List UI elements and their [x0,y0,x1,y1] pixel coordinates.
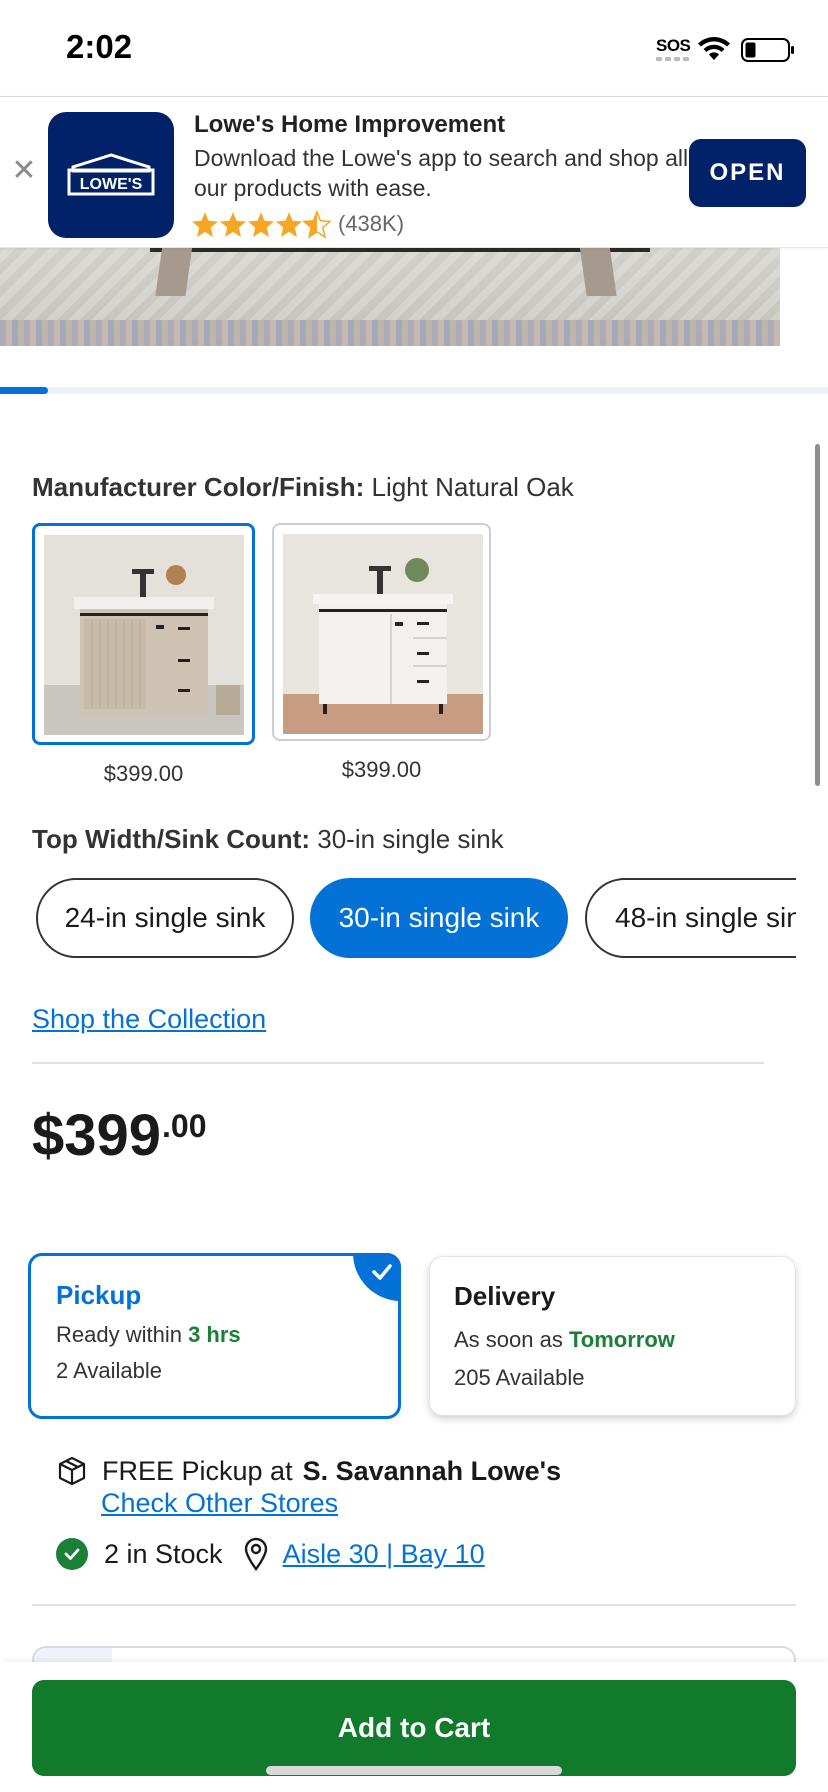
store-name: S. Savannah Lowe's [302,1455,562,1486]
pickup-available: 2 Available [56,1358,163,1383]
banner-title: Lowe's Home Improvement [194,111,506,138]
size-option[interactable]: 24-in single sink [36,878,294,958]
status-time: 2:02 [66,28,133,65]
size-title: Top Width/Sink Count: [32,824,310,854]
size-option[interactable]: 48-in single sin [585,878,796,958]
delivery-eta-day: Tomorrow [568,1327,675,1352]
size-options: 24-in single sink 30-in single sink 48-i… [0,870,796,970]
swatch-price: $399.00 [103,761,184,786]
check-other-stores-link[interactable]: Check Other Stores [101,1488,338,1519]
home-indicator[interactable] [266,1766,562,1775]
add-to-cart-button[interactable]: Add to Cart [32,1680,796,1776]
scrollbar[interactable] [815,444,820,786]
delivery-option-card[interactable]: Delivery As soon as Tomorrow 205 Availab… [429,1256,796,1416]
stock-text: 2 in Stock [104,1538,223,1569]
pickup-ready-time: 3 hrs [188,1322,241,1347]
delivery-eta: As soon as Tomorrow [454,1327,675,1352]
swatch-light-natural-oak[interactable] [32,523,255,745]
pickup-ready: Ready within 3 hrs [56,1322,241,1347]
rating: (438K) [192,209,404,239]
color-finish-title: Manufacturer Color/Finish: [32,472,365,502]
star-rating-icon [192,211,331,238]
free-pickup-line: FREE Pickup at S. Savannah Lowe's [56,1455,561,1487]
divider [32,1062,764,1064]
rating-count: (438K) [338,211,405,236]
lowes-logo: LOWE'S [48,112,174,238]
in-stock-check-icon [56,1538,88,1570]
app-install-banner: ✕ LOWE'S Lowe's Home Improvement Downloa… [0,96,828,248]
delivery-title: Delivery [454,1281,556,1311]
divider [32,1604,796,1606]
location-pin-icon [244,1537,267,1571]
open-app-button[interactable]: OPEN [689,139,806,207]
price-cents: .00 [162,1108,207,1144]
size-option-selected[interactable]: 30-in single sink [310,878,568,958]
banner-description: Download the Lowe's app to search and sh… [194,145,689,201]
aisle-location-link[interactable]: Aisle 30 | Bay 10 [283,1539,485,1570]
pickup-title: Pickup [56,1280,142,1310]
free-pickup-text: FREE Pickup at [102,1455,293,1486]
package-icon [58,1456,86,1486]
carousel-progress-track [0,387,828,394]
battery-icon [741,38,794,62]
pickup-option-card[interactable]: Pickup Ready within 3 hrs 2 Available [28,1253,401,1419]
carousel-progress-indicator [0,387,48,394]
selected-check-icon [353,1253,401,1301]
shop-collection-link[interactable]: Shop the Collection [32,1004,266,1035]
price: $399 [32,1103,162,1168]
stock-row: 2 in Stock Aisle 30 | Bay 10 [56,1537,485,1571]
color-finish-label: Manufacturer Color/Finish: Light Natural… [32,472,574,503]
close-icon[interactable]: ✕ [10,156,38,186]
size-value: 30-in single sink [317,824,504,854]
swatch-white[interactable] [272,523,491,741]
sos-indicator: SOS [656,36,691,55]
signal-dots-icon [656,57,690,61]
delivery-available: 205 Available [454,1365,585,1390]
size-label: Top Width/Sink Count: 30-in single sink [32,824,504,855]
color-finish-value: Light Natural Oak [371,472,574,502]
swatch-price: $399.00 [341,757,422,782]
wifi-icon [698,37,730,60]
svg-text:LOWE'S: LOWE'S [80,176,143,193]
status-bar: 2:02 SOS [0,0,828,96]
